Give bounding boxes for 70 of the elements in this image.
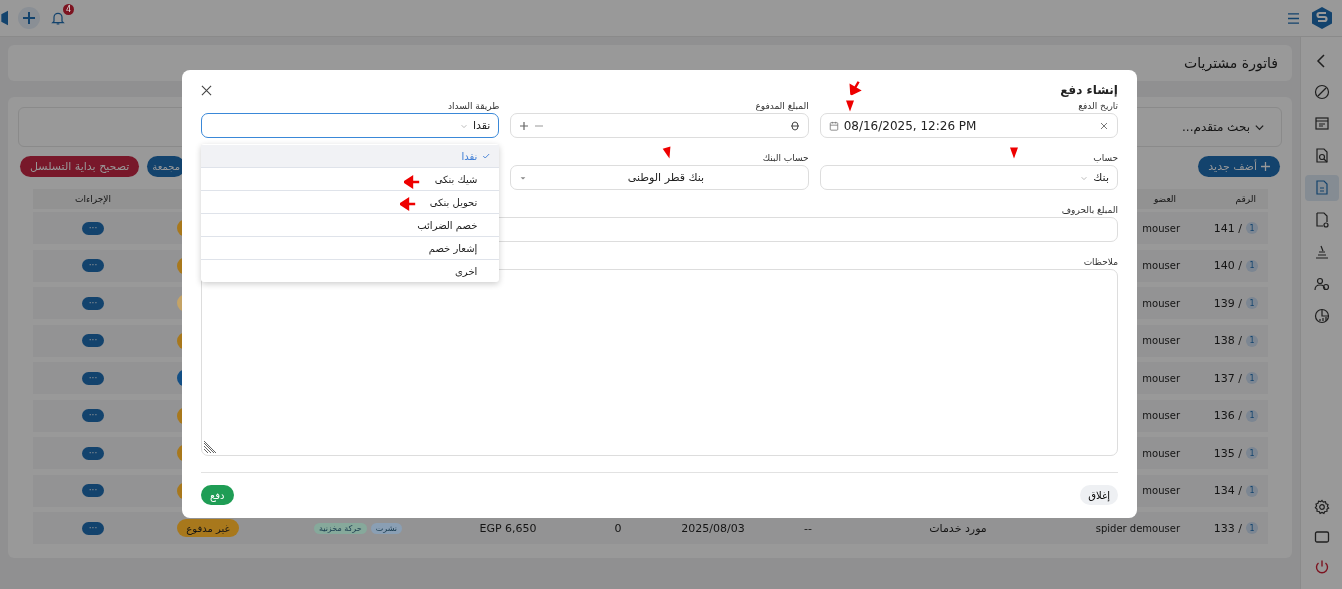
- table-cell: 0: [614, 521, 622, 535]
- select-field[interactable]: بنك قطر الوطنى: [510, 165, 809, 190]
- table-cell: mouser: [1142, 485, 1180, 496]
- field-label: المبلغ المدفوع: [755, 101, 809, 111]
- table-cell: 135 /: [1213, 446, 1242, 460]
- table-cell: 140 /: [1213, 259, 1242, 272]
- field-label: حساب البنك: [762, 153, 809, 163]
- actions-button[interactable]: ···: [82, 371, 104, 385]
- field-label: طريقة السداد: [447, 101, 500, 111]
- page-title: فاتورة مشتريات: [1184, 55, 1278, 71]
- actions-button[interactable]: ···: [82, 259, 104, 272]
- column-header: الإجراءات: [75, 194, 111, 204]
- table-cell: 136 /: [1213, 409, 1242, 422]
- actions-button[interactable]: ···: [82, 521, 104, 535]
- count-badge: 1: [1246, 409, 1258, 422]
- count-badge: 1: [1246, 297, 1258, 309]
- pay-button[interactable]: دفع: [201, 485, 234, 505]
- table-cell: 133 /: [1213, 521, 1242, 535]
- table-cell: mouser: [1142, 222, 1180, 234]
- actions-button[interactable]: ···: [82, 296, 104, 310]
- table-cell: 2025/08/03: [681, 521, 745, 535]
- table-cell: spider demouser: [1095, 522, 1180, 534]
- count-badge: 1: [1246, 484, 1258, 497]
- actions-button[interactable]: ···: [82, 221, 104, 235]
- table-cell: mouser: [1142, 297, 1180, 309]
- table-cell: mouser: [1142, 372, 1180, 384]
- table-cell: 137 /: [1213, 371, 1242, 385]
- table-cell: mouser: [1142, 260, 1180, 271]
- field-label: ملاحظات: [1083, 257, 1118, 267]
- count-badge: 1: [1246, 522, 1258, 534]
- count-badge: 1: [1246, 222, 1258, 234]
- table-cell: mouser: [1142, 335, 1180, 346]
- dialog-title: إنشاء دفع: [1060, 83, 1118, 97]
- tag: حركة مخزنية: [313, 522, 367, 534]
- table-cell: --: [804, 521, 812, 535]
- tag: نشرت: [370, 522, 403, 534]
- count-badge: 1: [1246, 259, 1258, 272]
- column-header: العضو: [1153, 194, 1176, 204]
- close-button[interactable]: إغلاق: [1080, 485, 1118, 505]
- count-badge: 1: [1246, 334, 1258, 347]
- table-cell: 138 /: [1213, 334, 1242, 347]
- date-field[interactable]: 08/16/2025, 12:26 PM: [819, 113, 1118, 138]
- table-cell: مورد خدمات: [929, 521, 987, 535]
- menu-option[interactable]: اخرى: [201, 260, 500, 282]
- actions-button[interactable]: ···: [82, 446, 104, 460]
- actions-button[interactable]: ···: [82, 409, 104, 422]
- actions-button[interactable]: ···: [82, 334, 104, 347]
- table-cell: mouser: [1142, 410, 1180, 421]
- notification-badge: 4: [63, 4, 74, 15]
- field-label: المبلغ بالحروف: [1061, 205, 1118, 215]
- menu-option[interactable]: خصم الضرائب: [201, 214, 500, 237]
- select-field[interactable]: بنك: [819, 165, 1118, 190]
- menu-option[interactable]: إشعار خصم: [201, 237, 500, 260]
- count-badge: 1: [1246, 447, 1258, 459]
- table-cell: EGP 6,650: [479, 521, 537, 535]
- table-cell: mouser: [1142, 447, 1180, 459]
- table-cell: 134 /: [1213, 484, 1242, 497]
- table-cell: 139 /: [1213, 296, 1242, 310]
- status-badge: غير مدفوع: [177, 519, 239, 537]
- field-label: حساب: [1093, 153, 1118, 163]
- column-header: الرقم: [1235, 194, 1256, 204]
- count-badge: 1: [1246, 372, 1258, 384]
- select-field[interactable]: نقدا: [201, 113, 500, 138]
- table-cell: 141 /: [1213, 221, 1242, 235]
- field-label: تاريخ الدفع: [1078, 101, 1118, 111]
- advanced-search-toggle[interactable]: بحث متقدم...: [1176, 119, 1271, 135]
- menu-option[interactable]: نقدا: [201, 145, 500, 168]
- add-new-button[interactable]: أضف جديد: [1198, 156, 1280, 177]
- actions-button[interactable]: ···: [82, 484, 104, 497]
- fix-sequence-button[interactable]: تصحيح بداية التسلسل: [20, 156, 140, 177]
